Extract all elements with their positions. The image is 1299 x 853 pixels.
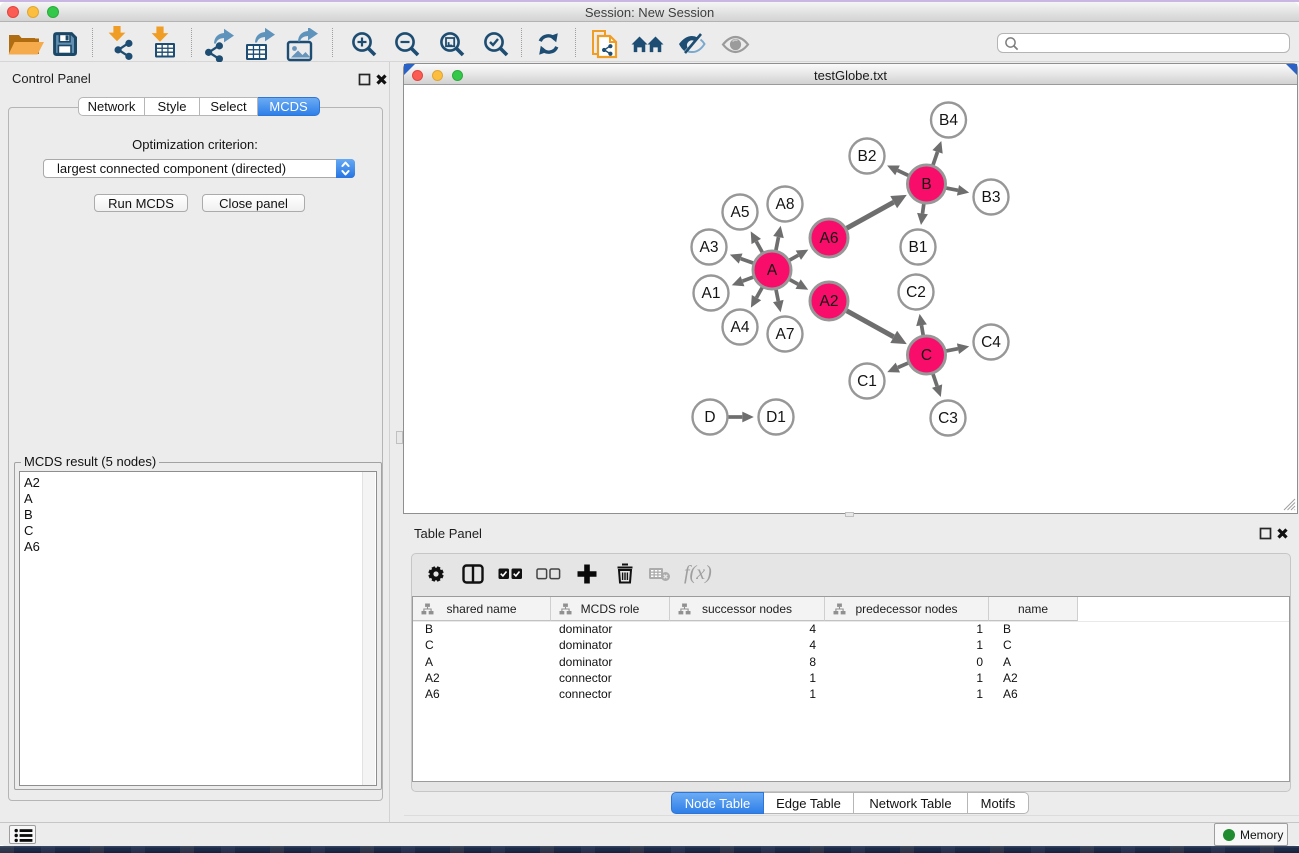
svg-text:B3: B3: [982, 189, 1001, 206]
svg-text:B2: B2: [858, 148, 877, 165]
svg-text:C1: C1: [857, 373, 877, 390]
svg-text:A5: A5: [731, 204, 750, 221]
svg-text:A: A: [767, 262, 778, 279]
svg-text:C2: C2: [906, 284, 926, 301]
svg-text:A3: A3: [700, 239, 719, 256]
svg-text:A8: A8: [776, 196, 795, 213]
svg-text:A2: A2: [820, 293, 839, 310]
svg-text:A1: A1: [702, 285, 721, 302]
svg-text:C: C: [921, 347, 932, 364]
svg-text:B1: B1: [909, 239, 928, 256]
svg-text:D1: D1: [766, 409, 786, 426]
svg-text:D: D: [704, 409, 715, 426]
svg-text:C3: C3: [938, 410, 958, 427]
svg-text:B4: B4: [939, 112, 958, 129]
svg-text:A6: A6: [820, 230, 839, 247]
svg-text:B: B: [921, 176, 931, 193]
svg-text:C4: C4: [981, 334, 1001, 351]
svg-text:A4: A4: [731, 319, 750, 336]
svg-text:A7: A7: [776, 326, 795, 343]
